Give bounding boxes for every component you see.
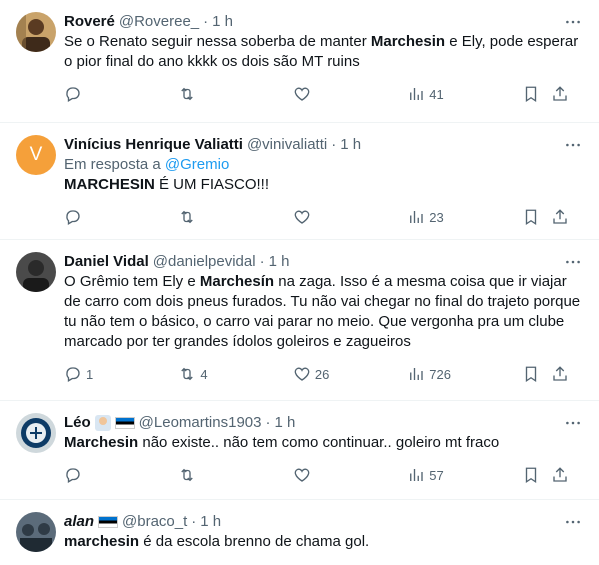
views-count[interactable]: 23	[407, 208, 521, 226]
reply-button[interactable]	[64, 466, 178, 484]
tweet-text: O Grêmio tem Ely e Marchesín na zaga. Is…	[64, 273, 581, 350]
retweet-button[interactable]	[178, 466, 292, 484]
bookmark-button[interactable]	[522, 365, 552, 383]
user-handle[interactable]: @vinivaliatti	[247, 135, 327, 155]
tweet-actions: 23	[64, 195, 571, 239]
retweet-icon	[181, 210, 194, 224]
avatar[interactable]	[16, 12, 56, 52]
person-emoji-icon	[94, 415, 111, 431]
like-button[interactable]	[293, 208, 407, 226]
avatar[interactable]	[16, 252, 56, 292]
reply-icon	[66, 87, 80, 102]
timestamp[interactable]: 1 h	[274, 413, 295, 433]
tweet-text: Marchesin não existe.. não tem como cont…	[64, 434, 500, 451]
avatar[interactable]	[16, 512, 56, 552]
timestamp[interactable]: 1 h	[200, 512, 221, 532]
tweet-actions: 1 4 26 726	[64, 352, 571, 396]
gremio-flag-icon	[114, 417, 135, 429]
share-button[interactable]	[551, 466, 571, 484]
more-options-icon[interactable]	[563, 514, 583, 530]
display-name[interactable]: Daniel Vidal	[64, 252, 149, 272]
more-options-icon[interactable]	[563, 415, 583, 431]
tweet-text: MARCHESIN É UM FIASCO!!!	[64, 176, 270, 193]
more-options-icon[interactable]	[563, 137, 583, 153]
user-handle[interactable]: @Roveree_	[119, 12, 199, 32]
tweet-feed: Roveré @Roveree_ · 1 h Se o Renato segui…	[0, 0, 599, 565]
bookmark-button[interactable]	[522, 466, 552, 484]
chart-bars-icon	[410, 368, 423, 380]
share-icon	[553, 366, 567, 381]
views-count[interactable]: 726	[407, 365, 521, 383]
share-button[interactable]	[551, 365, 571, 383]
share-button[interactable]	[551, 208, 571, 226]
more-options-icon[interactable]	[563, 14, 583, 30]
tweet-text: Se o Renato seguir nessa soberba de mant…	[64, 33, 579, 70]
chart-bars-icon	[410, 88, 423, 100]
bookmark-icon	[525, 366, 536, 383]
display-name[interactable]: Roveré	[64, 12, 115, 32]
timestamp[interactable]: 1 h	[212, 12, 233, 32]
timestamp[interactable]: 1 h	[340, 135, 361, 155]
display-name[interactable]: alan	[64, 512, 94, 532]
tweet[interactable]: V Vinícius Henrique Valiatti @vinivaliat…	[0, 123, 599, 240]
bookmark-button[interactable]	[522, 85, 552, 103]
timestamp[interactable]: 1 h	[269, 252, 290, 272]
bookmark-icon	[525, 209, 536, 226]
retweet-button[interactable]	[178, 208, 292, 226]
share-icon	[553, 467, 567, 482]
reply-icon	[66, 210, 80, 225]
display-name[interactable]: Léo	[64, 413, 91, 433]
tweet-text: marchesin é da escola brenno de chama go…	[64, 533, 370, 550]
separator-dot: ·	[331, 136, 337, 153]
separator-dot: ·	[203, 13, 209, 30]
bookmark-button[interactable]	[522, 208, 552, 226]
reply-to-link[interactable]: @Gremio	[165, 156, 229, 173]
like-button[interactable]	[293, 466, 407, 484]
retweet-icon	[181, 367, 194, 381]
separator-dot: ·	[259, 253, 265, 270]
views-count[interactable]: 41	[407, 85, 521, 103]
tweet[interactable]: Roveré @Roveree_ · 1 h Se o Renato segui…	[0, 0, 599, 123]
like-button[interactable]	[293, 85, 407, 103]
retweet-icon	[181, 468, 194, 482]
reply-button[interactable]	[64, 208, 178, 226]
user-handle[interactable]: @Leomartins1903	[139, 413, 262, 433]
share-icon	[553, 209, 567, 224]
tweet-actions: 57	[64, 453, 571, 497]
views-count[interactable]: 57	[407, 466, 521, 484]
heart-icon	[294, 367, 310, 381]
gremio-flag-icon	[98, 516, 119, 528]
share-icon	[553, 86, 567, 101]
avatar[interactable]	[16, 413, 56, 453]
heart-icon	[294, 87, 310, 101]
retweet-button[interactable]: 4	[178, 365, 292, 383]
chart-bars-icon	[410, 469, 423, 481]
user-handle[interactable]: @danielpevidal	[153, 252, 256, 272]
display-name[interactable]: Vinícius Henrique Valiatti	[64, 135, 243, 155]
share-button[interactable]	[551, 85, 571, 103]
reply-context: Em resposta a @Gremio	[64, 156, 230, 173]
heart-icon	[294, 468, 310, 482]
reply-button[interactable]	[64, 85, 178, 103]
heart-icon	[294, 210, 310, 224]
separator-dot: ·	[191, 513, 197, 530]
tweet-actions: 41	[64, 72, 571, 116]
reply-button[interactable]: 1	[64, 365, 178, 383]
like-button[interactable]: 26	[293, 365, 407, 383]
tweet[interactable]: Léo @Leomartins1903 · 1 h Marchesin não …	[0, 401, 599, 500]
separator-dot: ·	[265, 414, 271, 431]
reply-icon	[66, 468, 80, 483]
retweet-icon	[181, 87, 194, 101]
tweet[interactable]: Daniel Vidal @danielpevidal · 1 h O Grêm…	[0, 240, 599, 401]
avatar[interactable]: V	[16, 135, 56, 175]
chart-bars-icon	[410, 211, 423, 223]
bookmark-icon	[525, 467, 536, 484]
retweet-button[interactable]	[178, 85, 292, 103]
more-options-icon[interactable]	[563, 254, 583, 270]
tweet[interactable]: alan @braco_t · 1 h marchesin é da escol…	[0, 500, 599, 565]
bookmark-icon	[525, 86, 536, 103]
user-handle[interactable]: @braco_t	[122, 512, 187, 532]
reply-icon	[66, 367, 80, 382]
